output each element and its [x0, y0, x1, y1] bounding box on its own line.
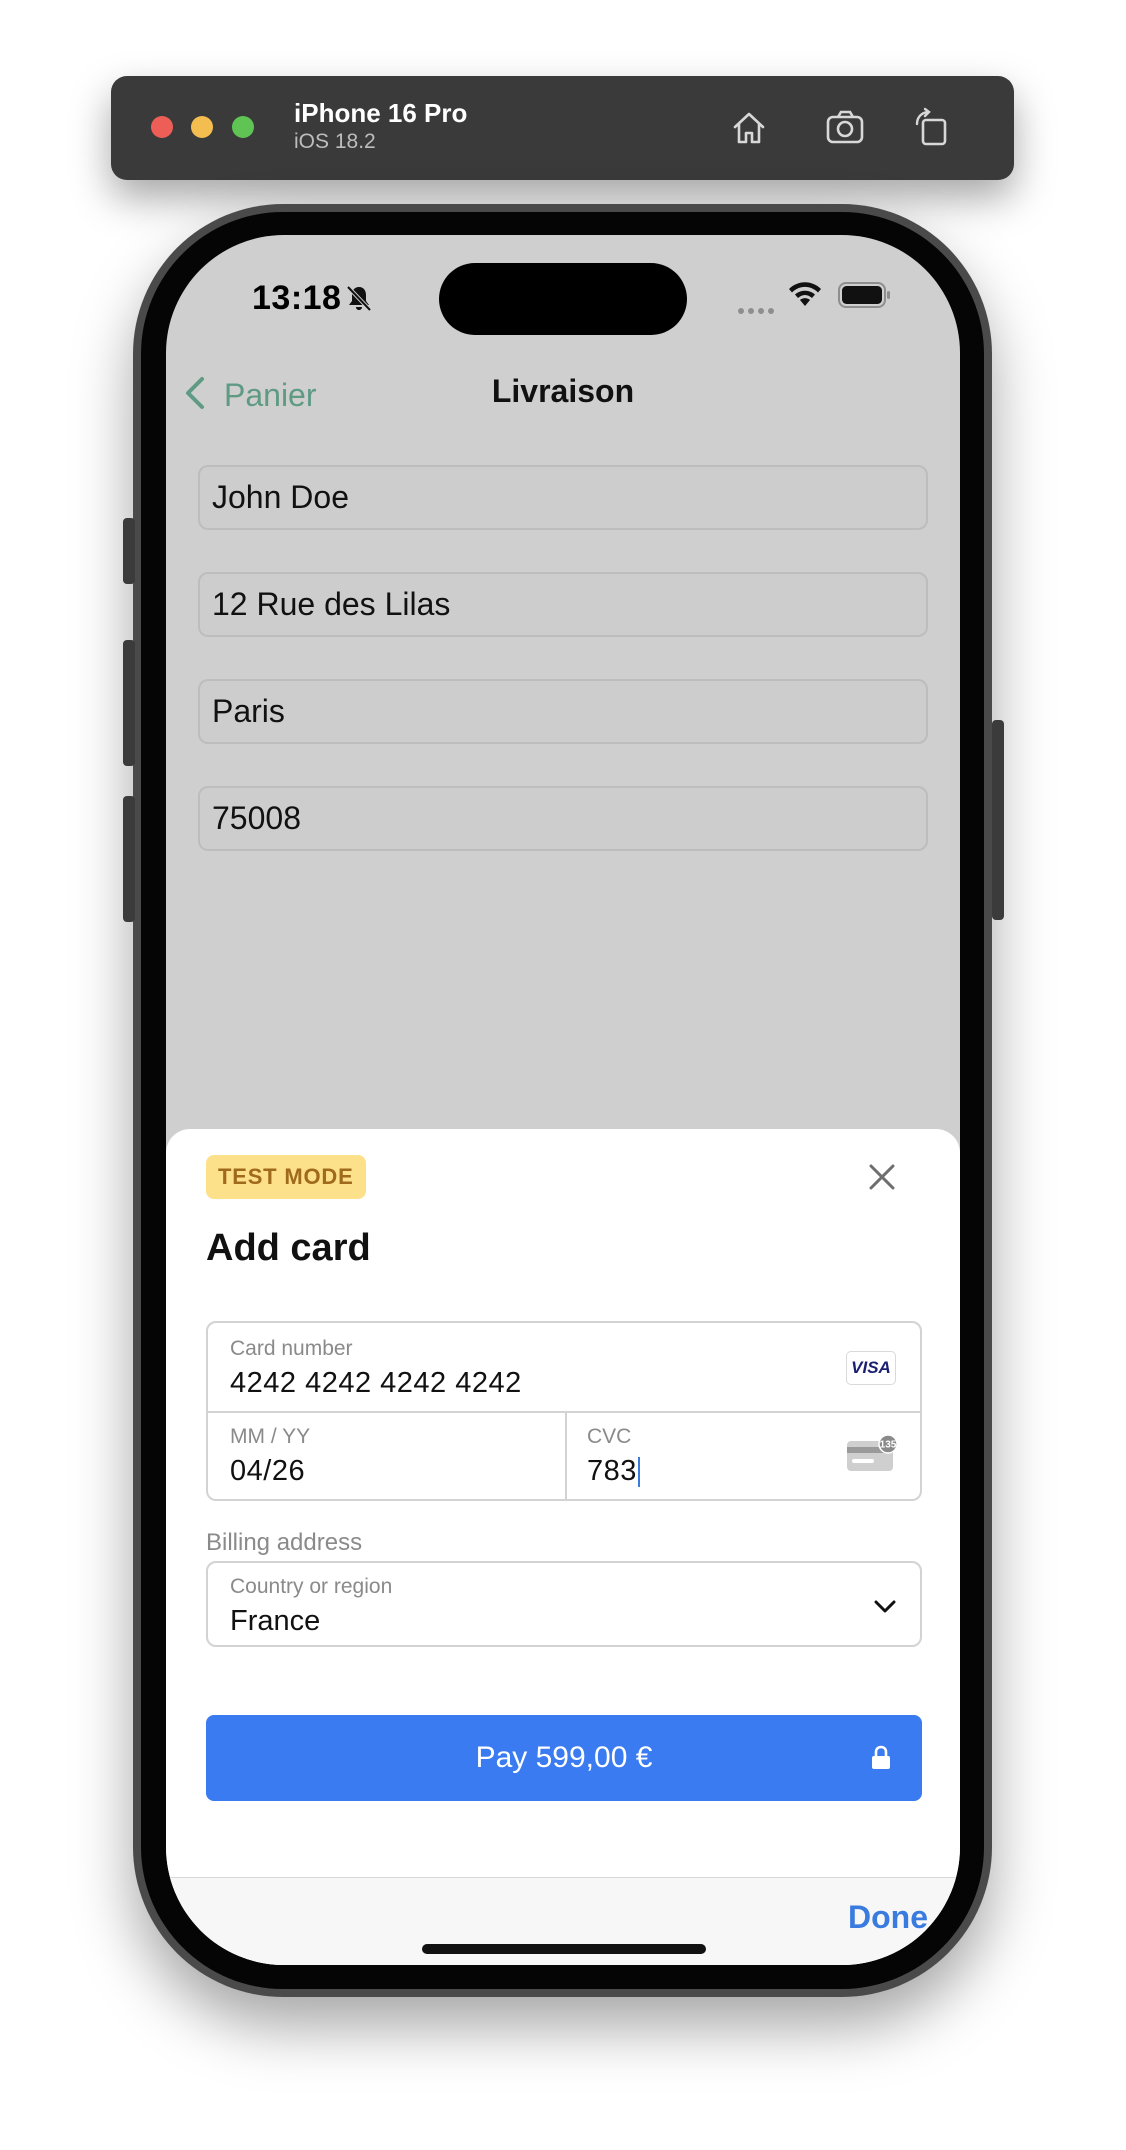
zoom-window-button[interactable]	[232, 116, 254, 138]
card-input-group: Card number 4242 4242 4242 4242 VISA MM …	[206, 1321, 922, 1501]
postal-code-field[interactable]: 75008	[198, 786, 928, 851]
action-button	[123, 518, 135, 584]
country-value: France	[230, 1605, 321, 1637]
cellular-icon	[738, 301, 778, 319]
close-window-button[interactable]	[151, 116, 173, 138]
card-number-label: Card number	[230, 1337, 353, 1360]
test-mode-badge: TEST MODE	[206, 1155, 366, 1199]
minimize-window-button[interactable]	[191, 116, 213, 138]
expiry-value: 04/26	[230, 1455, 306, 1487]
card-number-field[interactable]: Card number 4242 4242 4242 4242 VISA	[208, 1323, 920, 1413]
cvc-field[interactable]: CVC 783 135	[565, 1411, 920, 1499]
wifi-icon	[787, 279, 823, 309]
device-name: iPhone 16 Pro	[294, 98, 468, 128]
address-field[interactable]: 12 Rue des Lilas	[198, 572, 928, 637]
billing-address-label: Billing address	[206, 1529, 363, 1556]
done-button[interactable]: Done	[848, 1899, 928, 1936]
rotate-icon[interactable]	[911, 106, 955, 150]
volume-up-button	[123, 640, 135, 766]
cvc-value-wrap: 783	[587, 1455, 640, 1488]
bell-slash-icon	[344, 283, 374, 313]
power-button	[992, 720, 1004, 920]
payment-sheet: TEST MODE Add card Card number 4242 4242…	[166, 1129, 960, 1965]
status-time: 13:18	[252, 279, 342, 317]
close-icon[interactable]	[866, 1161, 898, 1193]
battery-icon	[838, 282, 892, 308]
sheet-title: Add card	[206, 1227, 371, 1269]
pay-button-label: Pay 599,00 €	[475, 1741, 653, 1774]
phone-screen: 13:18 Panier Livraison John Doe 12 Rue d…	[166, 235, 960, 1965]
city-field[interactable]: Paris	[198, 679, 928, 744]
visa-icon: VISA	[846, 1351, 896, 1385]
page-title: Livraison	[491, 373, 635, 409]
screenshot-icon[interactable]	[823, 106, 867, 150]
cvc-card-icon: 135	[846, 1434, 898, 1473]
cvc-badge-text: 135	[880, 1440, 897, 1451]
cvc-value: 783	[587, 1455, 637, 1487]
volume-down-button	[123, 796, 135, 922]
home-icon[interactable]	[727, 106, 771, 150]
os-version: iOS 18.2	[294, 130, 376, 153]
chevron-down-icon	[870, 1591, 900, 1621]
pay-button[interactable]: Pay 599,00 €	[206, 1715, 922, 1801]
cvc-label: CVC	[587, 1425, 632, 1448]
country-label: Country or region	[230, 1575, 393, 1598]
home-indicator	[422, 1944, 706, 1954]
text-cursor	[637, 1457, 640, 1488]
country-select[interactable]: Country or region France	[206, 1561, 922, 1647]
name-field[interactable]: John Doe	[198, 465, 928, 530]
expiry-field[interactable]: MM / YY 04/26	[208, 1411, 567, 1499]
dynamic-island	[439, 263, 687, 335]
expiry-label: MM / YY	[230, 1425, 311, 1448]
card-number-value: 4242 4242 4242 4242	[230, 1367, 522, 1399]
simulator-toolbar: iPhone 16 Pro iOS 18.2	[111, 76, 1014, 180]
lock-icon	[870, 1745, 892, 1771]
